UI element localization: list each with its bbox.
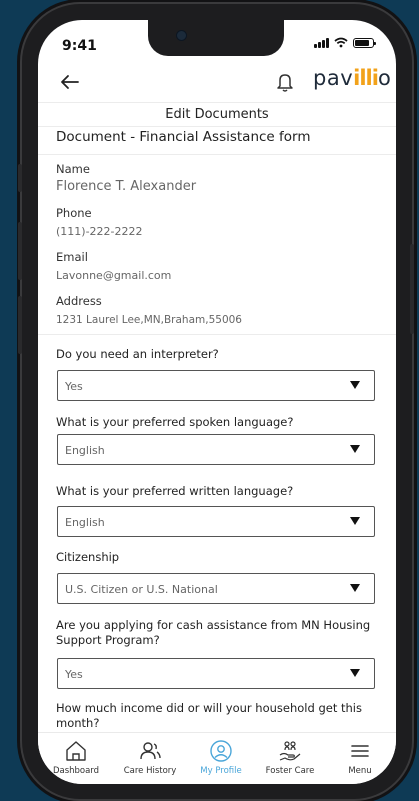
income-question: How much income did or will your househo… [56,701,362,730]
dropdown-caret-icon [350,669,360,677]
camera-icon [176,30,187,41]
dropdown-caret-icon [350,584,360,592]
citizenship-question: Citizenship [56,550,120,564]
logo-mark: illi [353,66,379,90]
nav-my-profile[interactable]: My Profile [185,733,257,783]
app-screen: 9:41 pavillio Edit Documents Document - … [38,20,396,784]
address-label: Address [56,294,102,308]
menu-icon [351,745,369,757]
page-title: Edit Documents [38,102,396,127]
written-language-select-value: English [65,516,105,529]
status-time: 9:41 [62,38,97,54]
users-icon [140,742,161,760]
nav-label: My Profile [200,766,242,776]
spoken-language-question: What is your preferred spoken language? [56,415,294,429]
document-title: Document - Financial Assistance form [56,129,311,145]
phone-label: Phone [56,206,92,220]
nav-label: Foster Care [265,766,315,776]
wifi-icon [334,37,348,48]
nav-menu[interactable]: Menu [324,733,396,783]
power-button [410,244,414,334]
dropdown-caret-icon [350,381,360,389]
cash-assistance-select-value: Yes [65,668,83,681]
nav-foster-care[interactable]: Foster Care [254,733,326,783]
nav-label: Dashboard [52,766,100,776]
volume-up-button [18,222,22,280]
address-value: 1231 Laurel Lee,MN,Braham,55006 [56,314,242,326]
spoken-language-select-value: English [65,444,105,457]
foster-care-icon [279,741,301,761]
pavillio-logo: pavillio [313,66,391,90]
cash-assistance-select[interactable]: Yes [57,658,375,689]
silent-switch [18,164,22,192]
interpreter-question: Do you need an interpreter? [56,347,219,361]
logo-suffix: o [377,66,392,90]
nav-label: Menu [348,766,372,776]
written-language-select[interactable]: English [57,506,375,537]
nav-care-history[interactable]: Care History [114,733,186,783]
logo-prefix: pav [313,66,354,90]
citizenship-select-value: U.S. Citizen or U.S. National [65,583,218,596]
divider [38,154,396,155]
notch [148,20,284,56]
email-value: Lavonne@gmail.com [56,269,172,282]
app-bar: pavillio [38,64,396,102]
nav-dashboard[interactable]: Dashboard [40,733,112,783]
bell-icon[interactable] [272,68,298,96]
profile-icon [210,740,232,762]
dropdown-caret-icon [350,517,360,525]
name-label: Name [56,162,90,176]
volume-down-button [18,296,22,354]
signal-icon [314,37,329,48]
back-arrow-icon[interactable] [56,68,84,96]
divider [38,334,396,335]
phone-value: (111)-222-2222 [56,225,143,238]
citizenship-select[interactable]: U.S. Citizen or U.S. National [57,573,375,604]
written-language-question: What is your preferred written language? [56,484,294,498]
email-label: Email [56,250,88,264]
bottom-navigation: Dashboard Care History My Profile Foster… [38,732,396,784]
interpreter-select[interactable]: Yes [57,370,375,401]
name-value: Florence T. Alexander [56,179,197,194]
spoken-language-select[interactable]: English [57,434,375,465]
home-icon [66,741,86,761]
cash-assistance-question: Are you applying for cash assistance fro… [56,618,371,647]
battery-icon [353,37,376,48]
status-icons [314,37,376,48]
nav-label: Care History [123,766,177,776]
dropdown-caret-icon [350,445,360,453]
interpreter-select-value: Yes [65,380,83,393]
